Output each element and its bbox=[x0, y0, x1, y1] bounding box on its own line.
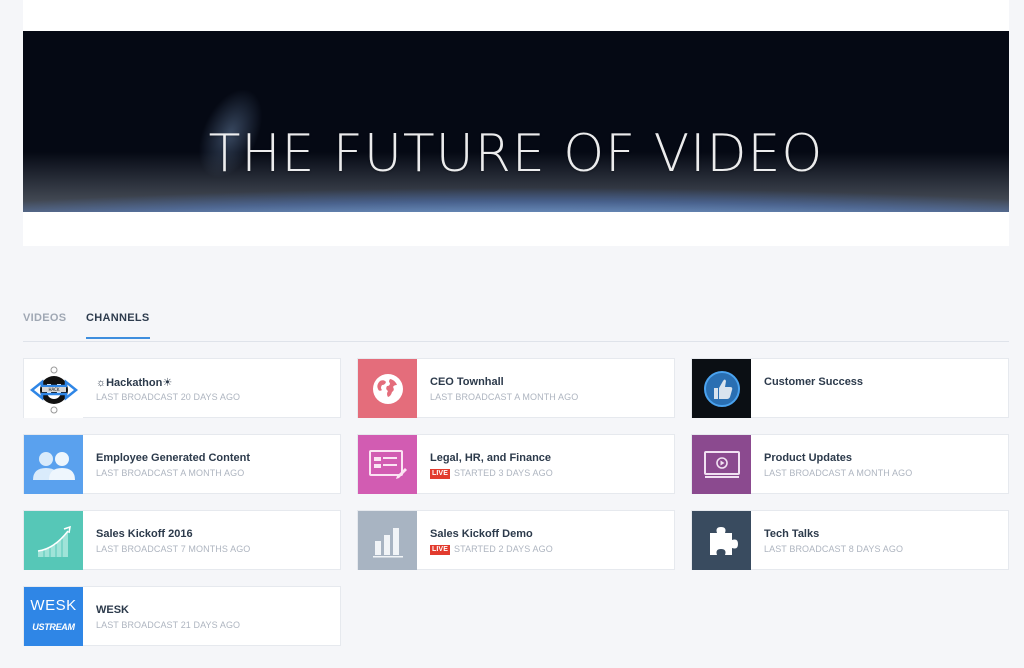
channel-title: Tech Talks bbox=[764, 528, 820, 540]
channel-thumb bbox=[24, 511, 83, 570]
globe-icon bbox=[372, 373, 403, 404]
tab-videos[interactable]: VIDEOS bbox=[23, 312, 66, 324]
channel-card-product-updates[interactable]: Product Updates LAST BROADCAST A MONTH A… bbox=[691, 434, 1009, 494]
channel-subtitle: LAST BROADCAST 21 DAYS AGO bbox=[96, 620, 241, 630]
channel-status: STARTED 3 DAYS AGO bbox=[453, 468, 553, 478]
hackathon-logo-icon: HACK bbox=[29, 366, 78, 413]
channel-thumb bbox=[692, 359, 751, 418]
channel-title: Customer Success bbox=[764, 376, 864, 388]
bar-chart-icon bbox=[372, 527, 403, 557]
channel-subtitle: LAST BROADCAST 20 DAYS AGO bbox=[96, 392, 241, 402]
wesk-ustream-logo-icon: WESK USTREAM bbox=[24, 587, 83, 646]
channel-title: Employee Generated Content bbox=[96, 452, 251, 464]
hero-card: THE FUTURE OF VIDEO bbox=[23, 0, 1009, 246]
hero-title: THE FUTURE OF VIDEO bbox=[208, 124, 824, 184]
channel-card-ceo-townhall[interactable]: CEO Townhall LAST BROADCAST A MONTH AGO bbox=[357, 358, 675, 418]
thumb-wesk-label: WESK bbox=[30, 597, 77, 614]
channel-subtitle: LAST BROADCAST A MONTH AGO bbox=[430, 392, 579, 402]
channel-title: WESK bbox=[96, 604, 129, 616]
live-badge: LIVE bbox=[430, 545, 450, 555]
users-icon bbox=[32, 451, 75, 480]
svg-text:HACK: HACK bbox=[48, 387, 59, 392]
channel-title: Sales Kickoff Demo bbox=[430, 528, 533, 540]
channel-thumb bbox=[358, 359, 417, 418]
growth-chart-icon bbox=[37, 525, 71, 557]
channel-card-sales-kickoff-2016[interactable]: Sales Kickoff 2016 LAST BROADCAST 7 MONT… bbox=[23, 510, 341, 570]
document-edit-icon bbox=[368, 449, 407, 479]
thumb-ustream-label: USTREAM bbox=[32, 622, 75, 632]
channel-subtitle: LAST BROADCAST 8 DAYS AGO bbox=[764, 544, 904, 554]
channel-subtitle: LAST BROADCAST A MONTH AGO bbox=[764, 468, 913, 478]
channel-subtitle: LIVE STARTED 3 DAYS AGO bbox=[430, 468, 553, 479]
channel-card-legal-hr-finance[interactable]: Legal, HR, and Finance LIVE STARTED 3 DAY… bbox=[357, 434, 675, 494]
channel-subtitle: LAST BROADCAST A MONTH AGO bbox=[96, 468, 245, 478]
thumbs-up-icon bbox=[703, 370, 740, 407]
channel-card-employee-generated-content[interactable]: Employee Generated Content LAST BROADCAS… bbox=[23, 434, 341, 494]
channel-subtitle: LAST BROADCAST 7 MONTHS AGO bbox=[96, 544, 251, 554]
channel-title: Product Updates bbox=[764, 452, 853, 464]
channel-card-sales-kickoff-demo[interactable]: Sales Kickoff Demo LIVE STARTED 2 DAYS AG… bbox=[357, 510, 675, 570]
content-tabs: VIDEOS CHANNELS bbox=[23, 306, 1009, 342]
channel-card-customer-success[interactable]: Customer Success bbox=[691, 358, 1009, 418]
channel-thumb: HACK bbox=[24, 359, 83, 418]
channel-thumb bbox=[24, 435, 83, 494]
channel-status: STARTED 2 DAYS AGO bbox=[453, 544, 553, 554]
channel-title: CEO Townhall bbox=[430, 376, 504, 388]
channel-card-tech-talks[interactable]: Tech Talks LAST BROADCAST 8 DAYS AGO bbox=[691, 510, 1009, 570]
channel-thumb bbox=[358, 511, 417, 570]
channel-title: Sales Kickoff 2016 bbox=[96, 528, 193, 540]
channel-title: Legal, HR, and Finance bbox=[430, 452, 552, 464]
channel-thumb bbox=[692, 435, 751, 494]
live-badge: LIVE bbox=[430, 469, 450, 479]
channel-card-wesk[interactable]: WESK USTREAM WESK LAST BROADCAST 21 DAYS… bbox=[23, 586, 341, 646]
video-screen-icon bbox=[703, 450, 740, 478]
hero-banner: THE FUTURE OF VIDEO bbox=[23, 31, 1009, 212]
channel-thumb bbox=[358, 435, 417, 494]
puzzle-icon bbox=[709, 526, 738, 555]
channel-subtitle: LIVE STARTED 2 DAYS AGO bbox=[430, 544, 553, 555]
channel-thumb bbox=[692, 511, 751, 570]
channel-title: ☼Hackathon☀ bbox=[96, 377, 173, 389]
channel-card-hackathon[interactable]: HACK ☼Hackathon☀ LAST BROADCAST 20 DAYS … bbox=[23, 358, 341, 418]
tab-channels[interactable]: CHANNELS bbox=[86, 312, 150, 339]
